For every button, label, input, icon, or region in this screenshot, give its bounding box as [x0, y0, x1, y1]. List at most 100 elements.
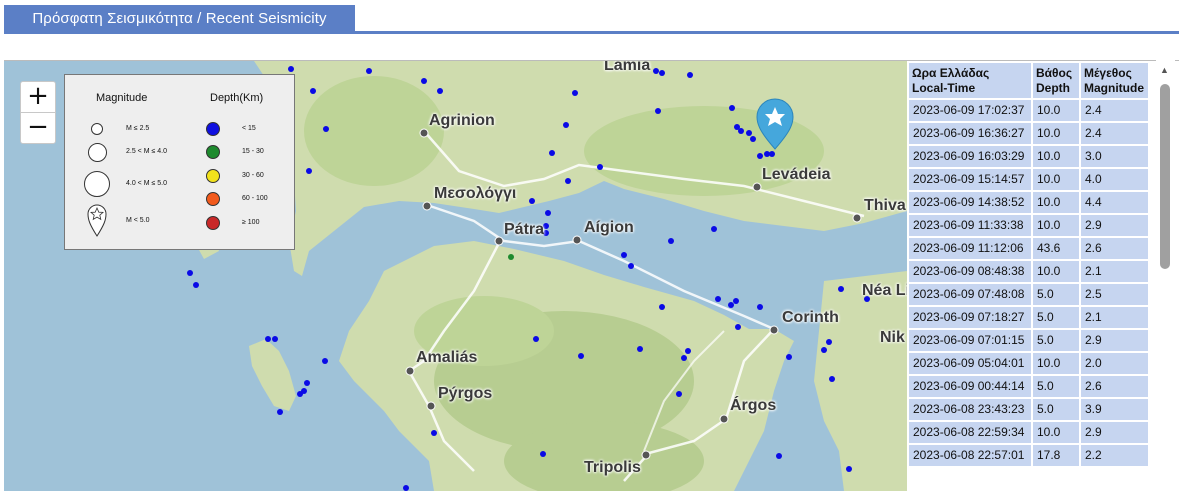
depth-label-4: 60 - 100	[242, 195, 268, 202]
cell-depth: 10.0	[1033, 261, 1079, 282]
cell-magnitude: 2.4	[1081, 100, 1148, 121]
magnitude-label-3: 4.0 < M ≤ 5.0	[126, 180, 168, 187]
table-row[interactable]: 2023-06-08 23:43:23 5.0 3.9	[909, 399, 1148, 420]
cell-time: 2023-06-09 11:33:38	[909, 215, 1031, 236]
zoom-out-button[interactable]: −	[20, 112, 56, 144]
header-depth: Βάθος Depth	[1033, 63, 1079, 98]
cell-time: 2023-06-09 08:48:38	[909, 261, 1031, 282]
cell-magnitude: 3.0	[1081, 146, 1148, 167]
city-label-aigion: Aígion	[584, 219, 634, 236]
cell-depth: 5.0	[1033, 307, 1079, 328]
depth-label-2: 15 - 30	[242, 148, 264, 155]
cell-depth: 10.0	[1033, 192, 1079, 213]
depth-label-3: 30 - 60	[242, 172, 264, 179]
magnitude-medium-circle	[88, 143, 107, 162]
cell-time: 2023-06-09 05:04:01	[909, 353, 1031, 374]
depth-swatch-1	[206, 122, 220, 136]
table-row[interactable]: 2023-06-09 16:36:27 10.0 2.4	[909, 123, 1148, 144]
cell-magnitude: 2.0	[1081, 353, 1148, 374]
depth-label-1: < 15	[242, 125, 256, 132]
depth-swatch-3	[206, 169, 220, 183]
cell-time: 2023-06-09 16:03:29	[909, 146, 1031, 167]
cell-magnitude: 2.9	[1081, 422, 1148, 443]
city-label-amalias: Amaliás	[416, 349, 478, 366]
cell-time: 2023-06-09 07:18:27	[909, 307, 1031, 328]
events-table-container[interactable]: Ωρα Ελλάδας Local-Time Βάθος Depth Μέγεθος…	[907, 61, 1161, 491]
city-label-argos: Árgos	[730, 397, 777, 414]
table-row[interactable]: 2023-06-09 11:12:06 43.6 2.6	[909, 238, 1148, 259]
cell-depth: 43.6	[1033, 238, 1079, 259]
city-label-patra: Pátra	[504, 221, 545, 238]
cell-magnitude: 2.4	[1081, 123, 1148, 144]
cell-time: 2023-06-08 22:59:34	[909, 422, 1031, 443]
table-row[interactable]: 2023-06-09 07:01:15 5.0 2.9	[909, 330, 1148, 351]
cell-magnitude: 2.6	[1081, 376, 1148, 397]
cell-depth: 10.0	[1033, 123, 1079, 144]
table-row[interactable]: 2023-06-09 17:02:37 10.0 2.4	[909, 100, 1148, 121]
cell-time: 2023-06-09 11:12:06	[909, 238, 1031, 259]
cell-depth: 10.0	[1033, 146, 1079, 167]
cell-magnitude: 3.9	[1081, 399, 1148, 420]
cell-depth: 10.0	[1033, 422, 1079, 443]
magnitude-star-pin-icon	[87, 204, 107, 237]
cell-depth: 10.0	[1033, 215, 1079, 236]
seismicity-panel: Lamia Agrinion Μεσολόγγι Pátra Aígion Le…	[4, 60, 1179, 491]
cell-magnitude: 2.1	[1081, 261, 1148, 282]
depth-swatch-5	[206, 216, 220, 230]
cell-depth: 10.0	[1033, 353, 1079, 374]
scroll-thumb[interactable]	[1160, 84, 1170, 269]
city-label-corinth: Corinth	[782, 309, 839, 326]
header-local-time: Ωρα Ελλάδας Local-Time	[909, 63, 1031, 98]
city-label-agrinion: Agrinion	[429, 112, 495, 129]
table-row[interactable]: 2023-06-09 05:04:01 10.0 2.0	[909, 353, 1148, 374]
magnitude-label-1: M ≤ 2.5	[126, 125, 150, 132]
cell-time: 2023-06-08 23:43:23	[909, 399, 1031, 420]
cell-magnitude: 2.6	[1081, 238, 1148, 259]
city-label-levadeia: Levádeia	[762, 166, 831, 183]
cell-time: 2023-06-09 16:36:27	[909, 123, 1031, 144]
city-label-nik: Nik	[880, 329, 905, 346]
cell-time: 2023-06-09 00:44:14	[909, 376, 1031, 397]
cell-magnitude: 4.4	[1081, 192, 1148, 213]
seismicity-map[interactable]: Lamia Agrinion Μεσολόγγι Pátra Aígion Le…	[4, 61, 907, 491]
cell-magnitude: 2.2	[1081, 445, 1148, 466]
map-legend: Magnitude Depth(Km) M ≤ 2.5 2.5 < M ≤ 4.…	[64, 74, 295, 250]
depth-label-5: ≥ 100	[242, 219, 260, 226]
city-label-lamia: Lamia	[604, 61, 651, 74]
table-row[interactable]: 2023-06-08 22:57:01 17.8 2.2	[909, 445, 1148, 466]
legend-magnitude-heading: Magnitude	[96, 92, 148, 104]
table-row[interactable]: 2023-06-08 22:59:34 10.0 2.9	[909, 422, 1148, 443]
cell-depth: 5.0	[1033, 376, 1079, 397]
table-row[interactable]: 2023-06-09 11:33:38 10.0 2.9	[909, 215, 1148, 236]
title-underline	[4, 31, 1179, 34]
cell-depth: 10.0	[1033, 100, 1079, 121]
table-row[interactable]: 2023-06-09 14:38:52 10.0 4.4	[909, 192, 1148, 213]
magnitude-label-4: M < 5.0	[126, 217, 150, 224]
cell-depth: 17.8	[1033, 445, 1079, 466]
cell-magnitude: 2.9	[1081, 330, 1148, 351]
cell-time: 2023-06-09 07:48:08	[909, 284, 1031, 305]
cell-time: 2023-06-08 22:57:01	[909, 445, 1031, 466]
table-row[interactable]: 2023-06-09 08:48:38 10.0 2.1	[909, 261, 1148, 282]
cell-time: 2023-06-09 07:01:15	[909, 330, 1031, 351]
table-row[interactable]: 2023-06-09 15:14:57 10.0 4.0	[909, 169, 1148, 190]
table-row[interactable]: 2023-06-09 00:44:14 5.0 2.6	[909, 376, 1148, 397]
header-magnitude: Μέγεθος Magnitude	[1081, 63, 1148, 98]
table-scrollbar[interactable]: ▲	[1156, 60, 1175, 490]
table-row[interactable]: 2023-06-09 07:48:08 5.0 2.5	[909, 284, 1148, 305]
legend-depth-heading: Depth(Km)	[210, 92, 264, 104]
table-row[interactable]: 2023-06-09 16:03:29 10.0 3.0	[909, 146, 1148, 167]
city-label-tripolis: Tripolis	[584, 459, 641, 476]
city-label-nea-li: Néa Li	[862, 282, 907, 299]
cell-depth: 5.0	[1033, 330, 1079, 351]
cell-magnitude: 2.5	[1081, 284, 1148, 305]
zoom-in-button[interactable]: +	[20, 81, 56, 113]
scroll-up-arrow-icon[interactable]: ▲	[1160, 65, 1169, 75]
table-row[interactable]: 2023-06-09 07:18:27 5.0 2.1	[909, 307, 1148, 328]
depth-swatch-2	[206, 145, 220, 159]
depth-swatch-4	[206, 192, 220, 206]
cell-time: 2023-06-09 15:14:57	[909, 169, 1031, 190]
cell-time: 2023-06-09 17:02:37	[909, 100, 1031, 121]
cell-time: 2023-06-09 14:38:52	[909, 192, 1031, 213]
city-label-mesolongi: Μεσολόγγι	[434, 185, 517, 202]
